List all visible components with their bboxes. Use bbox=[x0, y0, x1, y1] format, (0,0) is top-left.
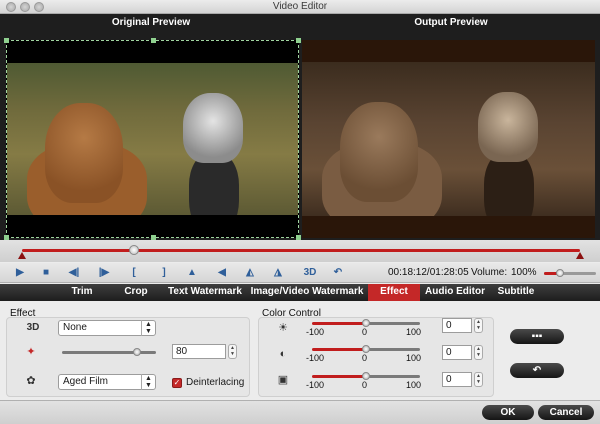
brightness-max-label: 100 bbox=[406, 327, 422, 337]
dog-head-right bbox=[478, 92, 538, 162]
zoom-window-icon[interactable] bbox=[34, 2, 44, 12]
brightness-mid-label: 0 bbox=[362, 327, 368, 337]
cancel-button[interactable]: Cancel bbox=[538, 405, 594, 420]
window-title: Video Editor bbox=[272, 1, 328, 12]
tab-subtitle[interactable]: Subtitle bbox=[492, 284, 540, 301]
volume-label: Volume: bbox=[471, 267, 508, 278]
brightness-stepper[interactable]: ▲ ▼ bbox=[474, 318, 483, 333]
play-icon[interactable]: ▶ bbox=[12, 265, 28, 281]
apply-grid-icon: ▪▪▪ bbox=[531, 331, 543, 342]
previous-frame-icon[interactable]: ◀| bbox=[66, 265, 82, 281]
playback-controls: ▶ ■ ◀| |▶ [ ] ▲ ◀ ◭ ◮ 3D ↶ 00:18:12/01:2… bbox=[0, 263, 600, 283]
threed-icon[interactable]: 3D bbox=[298, 265, 322, 281]
timeline-track[interactable] bbox=[22, 249, 580, 252]
volume-slider[interactable] bbox=[544, 269, 596, 277]
original-preview-panel[interactable] bbox=[4, 38, 301, 240]
contrast-min-label: -100 bbox=[306, 353, 325, 363]
rotate-left-icon[interactable]: ◀ bbox=[214, 265, 230, 281]
contrast-slider[interactable] bbox=[312, 345, 420, 353]
tab-image-video-watermark[interactable]: Image/Video Watermark bbox=[250, 284, 364, 301]
rotate-right-icon[interactable]: ◮ bbox=[270, 265, 286, 281]
output-video-frame bbox=[302, 62, 595, 216]
dialog-footer: OK Cancel bbox=[0, 400, 600, 424]
tab-trim[interactable]: Trim bbox=[60, 284, 104, 301]
saturation-max-label: 100 bbox=[406, 380, 422, 390]
contrast-max-label: 100 bbox=[406, 353, 422, 363]
playhead-knob[interactable] bbox=[128, 245, 139, 255]
saturation-input[interactable]: 0 bbox=[442, 372, 472, 387]
crop-handle-top-left[interactable] bbox=[4, 38, 9, 43]
stop-icon[interactable]: ■ bbox=[38, 265, 54, 281]
flip-horizontal-icon[interactable]: ◭ bbox=[242, 265, 258, 281]
filter-icon: ✿ bbox=[26, 375, 36, 387]
volume-knob[interactable] bbox=[555, 269, 564, 277]
close-window-icon[interactable] bbox=[6, 2, 16, 12]
saturation-slider[interactable] bbox=[312, 372, 420, 380]
intensity-slider[interactable] bbox=[62, 348, 156, 356]
threed-mode-value: None bbox=[63, 322, 87, 333]
brightness-input[interactable]: 0 bbox=[442, 318, 472, 333]
original-video-frame bbox=[7, 63, 298, 215]
intensity-stepper[interactable]: ▲ ▼ bbox=[228, 344, 237, 359]
ok-button[interactable]: OK bbox=[482, 405, 534, 420]
contrast-knob[interactable] bbox=[362, 345, 370, 353]
select-arrows-icon: ▲ ▼ bbox=[141, 374, 155, 390]
deinterlacing-checkbox[interactable]: ✓ bbox=[172, 378, 182, 388]
dog-head-left bbox=[45, 103, 123, 203]
saturation-knob[interactable] bbox=[362, 372, 370, 380]
saturation-mid-label: 0 bbox=[362, 380, 368, 390]
saturation-icon: ▣ bbox=[277, 374, 289, 386]
dog-head-right bbox=[183, 93, 243, 163]
contrast-stepper[interactable]: ▲ ▼ bbox=[474, 345, 483, 360]
next-frame-icon[interactable]: |▶ bbox=[96, 265, 112, 281]
effect-content: Effect 3D None ▲ ▼ ✦ 80 ▲ ▼ ✿ Aged Film ▲ ▼… bbox=[0, 301, 600, 399]
select-arrows-icon: ▲ ▼ bbox=[141, 320, 155, 336]
undo-icon[interactable]: ↶ bbox=[330, 265, 346, 281]
tab-crop[interactable]: Crop bbox=[116, 284, 156, 301]
deinterlacing-label: Deinterlacing bbox=[186, 377, 245, 388]
brightness-min-label: -100 bbox=[306, 327, 325, 337]
reset-button[interactable]: ↶ bbox=[510, 363, 564, 378]
reset-icon: ↶ bbox=[532, 365, 542, 376]
brightness-icon: ☀ bbox=[278, 322, 288, 334]
original-preview-label: Original Preview bbox=[111, 17, 191, 28]
contrast-mid-label: 0 bbox=[362, 353, 368, 363]
contrast-input[interactable]: 0 bbox=[442, 345, 472, 360]
preview-area: Original Preview Output Preview bbox=[0, 14, 600, 240]
title-bar: Video Editor bbox=[0, 0, 600, 14]
butterfly-icon: ✦ bbox=[26, 346, 36, 358]
end-marker-icon[interactable] bbox=[576, 252, 584, 259]
time-display: 00:18:12/01:28:05 bbox=[388, 267, 469, 278]
saturation-min-label: -100 bbox=[306, 380, 325, 390]
intensity-input[interactable]: 80 bbox=[172, 344, 226, 359]
tab-effect[interactable]: Effect bbox=[368, 284, 420, 301]
contrast-icon: ◐ bbox=[279, 348, 287, 360]
set-end-icon[interactable]: ] bbox=[156, 265, 172, 281]
brightness-slider[interactable] bbox=[312, 319, 420, 327]
apply-to-all-button[interactable]: ▪▪▪ bbox=[510, 329, 564, 344]
brightness-knob[interactable] bbox=[362, 319, 370, 327]
threed-mode-icon: 3D bbox=[26, 322, 40, 333]
minimize-window-icon[interactable] bbox=[20, 2, 30, 12]
dog-head-left bbox=[340, 102, 418, 202]
filter-value: Aged Film bbox=[63, 376, 109, 387]
set-start-icon[interactable]: [ bbox=[126, 265, 142, 281]
output-preview-panel bbox=[302, 40, 595, 238]
output-preview-label: Output Preview bbox=[414, 17, 488, 28]
tab-text-watermark[interactable]: Text Watermark bbox=[164, 284, 246, 301]
timeline bbox=[0, 240, 600, 262]
saturation-stepper[interactable]: ▲ ▼ bbox=[474, 372, 483, 387]
threed-mode-select[interactable]: None ▲ ▼ bbox=[58, 320, 156, 336]
flip-vertical-icon[interactable]: ▲ bbox=[184, 265, 200, 281]
filter-select[interactable]: Aged Film ▲ ▼ bbox=[58, 374, 156, 390]
tab-audio-editor[interactable]: Audio Editor bbox=[424, 284, 486, 301]
editor-tabs: Trim Crop Text Watermark Image/Video Wat… bbox=[0, 284, 600, 301]
volume-value: 100% bbox=[511, 267, 537, 278]
crop-handle-top[interactable] bbox=[151, 38, 156, 43]
crop-handle-top-right[interactable] bbox=[296, 38, 301, 43]
start-marker-icon[interactable] bbox=[18, 252, 26, 259]
